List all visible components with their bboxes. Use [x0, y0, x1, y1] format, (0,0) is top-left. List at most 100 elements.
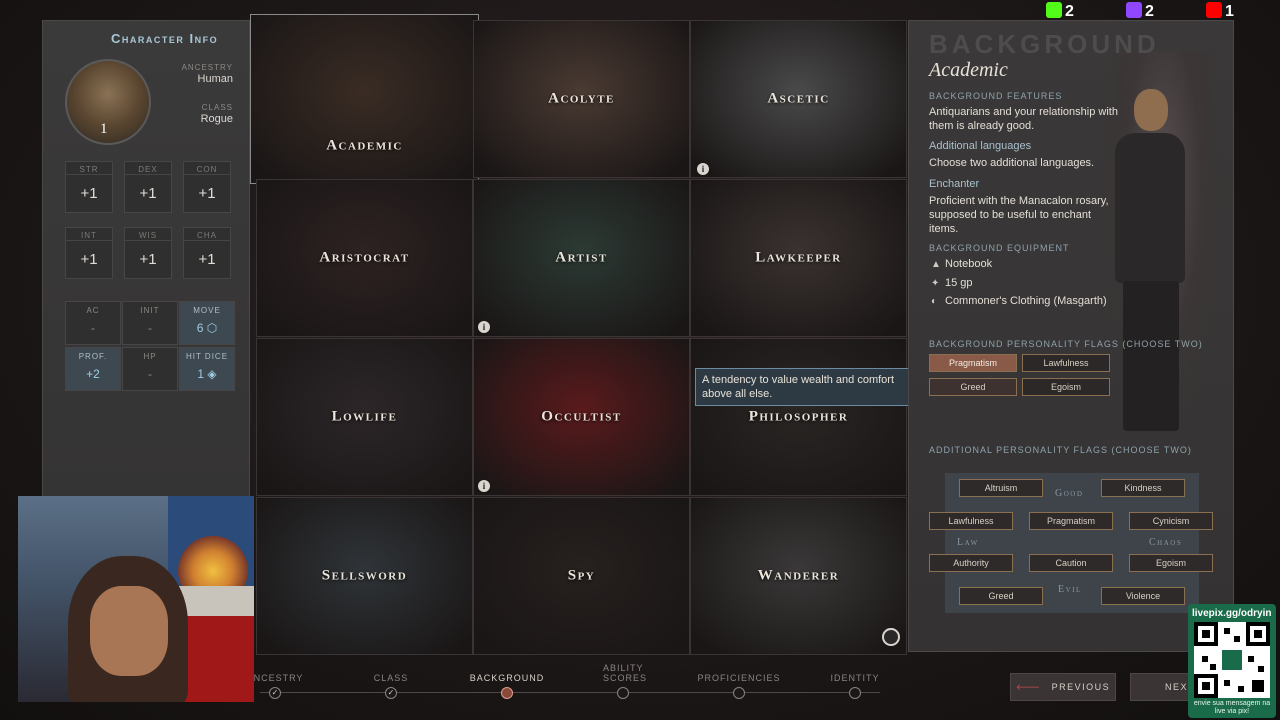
stat-str: STR +1 [65, 161, 113, 213]
step-identity[interactable]: IDENTITY [795, 673, 915, 699]
step-label: PROFICIENCIES [697, 673, 781, 683]
combat-value-wrap: 1 ◈ [180, 367, 234, 381]
equipment-text: 15 gp [945, 277, 973, 289]
stat-value: +1 [198, 185, 216, 202]
background-tile-aristocrat[interactable]: Aristocrat [256, 179, 473, 337]
combat-label: AC [86, 306, 100, 315]
donation-url: livepix.gg/odryin [1192, 608, 1272, 619]
background-heading: BACKGROUND [929, 29, 1160, 59]
character-model-legs [1123, 281, 1179, 431]
equipment-text: Commoner's Clothing (Masgarth) [945, 295, 1107, 307]
background-tile-label: Artist [555, 249, 608, 266]
combat-hp: HP - [122, 347, 178, 391]
background-tile-wanderer[interactable]: Wanderer [690, 497, 907, 655]
kick-icon [1046, 2, 1062, 18]
flag-greed[interactable]: Greed [929, 378, 1017, 396]
step-label: IDENTITY [830, 673, 880, 683]
character-info-title: Character Info [111, 31, 219, 46]
stat-value: +1 [80, 251, 98, 268]
stat-wis: WIS +1 [124, 227, 172, 279]
aflag-egoism[interactable]: Egoism [1129, 554, 1213, 572]
background-tile-artist[interactable]: Artist [473, 179, 690, 337]
character-model-head [1134, 89, 1168, 131]
step-background[interactable]: BACKGROUND [447, 673, 567, 699]
background-tile-academic[interactable]: Academic [250, 14, 479, 184]
background-tile-ascetic[interactable]: Ascetic [690, 20, 907, 178]
flag-egoism[interactable]: Egoism [1022, 378, 1110, 396]
combat-label: HP [143, 352, 157, 361]
step-dot-icon [617, 687, 629, 699]
aflag-lawfulness[interactable]: Lawfulness [929, 512, 1013, 530]
background-tile-label: Spy [567, 567, 596, 584]
aflag-caution[interactable]: Caution [1029, 554, 1113, 572]
info-icon[interactable]: i [478, 480, 490, 492]
aflag-authority[interactable]: Authority [929, 554, 1013, 572]
equipment-item: ✦ 15 gp [931, 277, 973, 289]
class-value: Rogue [200, 113, 233, 125]
background-tile-label: Philosopher [748, 408, 849, 425]
class-label: CLASS [201, 103, 233, 112]
aflag-kindness[interactable]: Kindness [1101, 479, 1185, 497]
stat-con: CON +1 [183, 161, 231, 213]
aflag-greed[interactable]: Greed [959, 587, 1043, 605]
features-label: BACKGROUND FEATURES [929, 91, 1063, 101]
aflag-cynicism[interactable]: Cynicism [1129, 512, 1213, 530]
ancestry-info: ANCESTRY Human [182, 63, 233, 85]
class-info: CLASS Rogue [201, 103, 233, 125]
background-tile-lawkeeper[interactable]: Lawkeeper [690, 179, 907, 337]
character-portrait[interactable] [65, 59, 151, 145]
alignment-law: Law [957, 537, 979, 548]
webcam-overlay [18, 496, 254, 702]
aflag-altruism[interactable]: Altruism [959, 479, 1043, 497]
step-class[interactable]: CLASS ✓ [331, 673, 451, 699]
combat-label: HIT DICE [185, 352, 229, 361]
shirt-icon: ◐ [931, 296, 938, 307]
stat-label: DEX [125, 162, 171, 175]
stat-label: STR [66, 162, 112, 175]
additional-label: ADDITIONAL PERSONALITY FLAGS (CHOOSE TWO… [929, 445, 1192, 455]
aflag-pragmatism[interactable]: Pragmatism [1029, 512, 1113, 530]
stat-value: +1 [198, 251, 216, 268]
aflag-violence[interactable]: Violence [1101, 587, 1185, 605]
ancestry-value: Human [197, 73, 233, 85]
info-icon[interactable]: i [478, 321, 490, 333]
flag-pragmatism[interactable]: Pragmatism [929, 354, 1017, 372]
qr-code [1194, 622, 1270, 698]
background-tile-sellsword[interactable]: Sellsword [256, 497, 473, 655]
arrow-left-icon: 🡐 [1015, 682, 1042, 692]
youtube-icon [1206, 2, 1222, 18]
step-ability-scores[interactable]: ABILITY SCORES [563, 663, 683, 699]
background-tile-occultist[interactable]: Occultist [473, 338, 690, 496]
feature-2-title: Additional languages [929, 140, 1032, 152]
feature-3-text: Proficient with the Manacalon rosary, su… [929, 195, 1109, 235]
feature-3-title: Enchanter [929, 178, 980, 190]
combat-value: +2 [86, 367, 100, 381]
combat-label: MOVE [193, 306, 221, 315]
previous-button[interactable]: 🡐 PREVIOUS [1010, 673, 1116, 701]
flag-lawfulness[interactable]: Lawfulness [1022, 354, 1110, 372]
stat-label: INT [66, 228, 112, 241]
counter-value: 2 [1065, 3, 1074, 20]
youtube-viewer-count: 1 [1206, 2, 1234, 21]
background-name: Academic [929, 59, 1008, 81]
background-tile-label: Acolyte [548, 90, 615, 107]
step-proficiencies[interactable]: PROFICIENCIES [679, 673, 799, 699]
cube-icon: ⬡ [206, 321, 218, 335]
dice-icon: ◈ [207, 367, 217, 381]
combat-ac: AC - [65, 301, 121, 345]
background-tile-label: Lowlife [331, 408, 398, 425]
background-tile-philosopher[interactable]: Philosopher [690, 338, 907, 496]
combat-label: PROF. [78, 352, 108, 361]
background-tile-acolyte[interactable]: Acolyte [473, 20, 690, 178]
alignment-evil: Evil [1058, 584, 1082, 595]
step-label: BACKGROUND [469, 673, 545, 683]
info-icon[interactable]: i [697, 163, 709, 175]
background-tile-lowlife[interactable]: Lowlife [256, 338, 473, 496]
background-tile-label: Lawkeeper [755, 249, 842, 266]
step-dot-icon [733, 687, 745, 699]
background-tile-label: Occultist [541, 408, 622, 425]
coin-icon: ✦ [931, 278, 940, 289]
combat-value: - [148, 321, 152, 335]
kick-viewer-count: 2 [1046, 2, 1074, 21]
background-tile-spy[interactable]: Spy [473, 497, 690, 655]
